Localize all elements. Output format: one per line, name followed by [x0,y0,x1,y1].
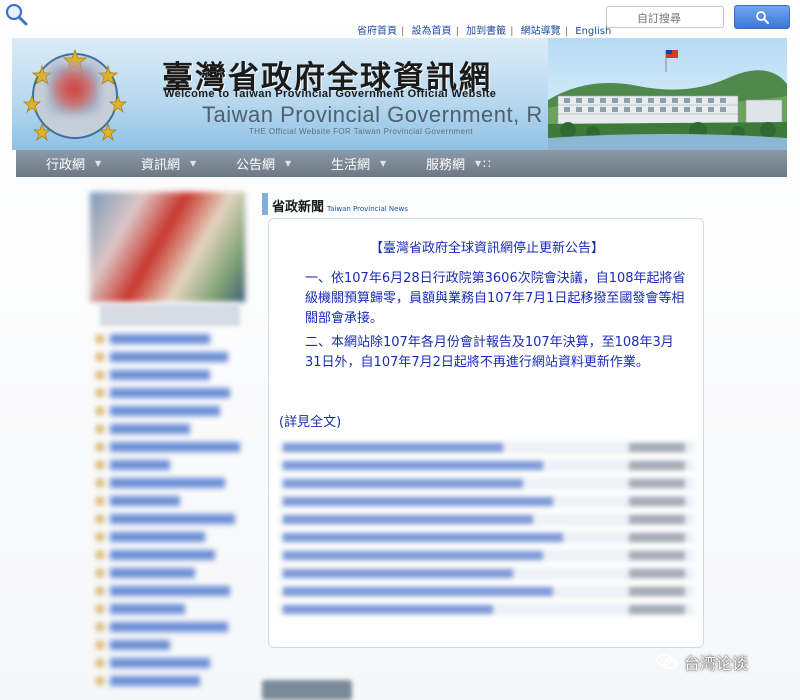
news-list-blurred [279,441,695,636]
section-subtitle: Taiwan Provincial News [327,205,408,213]
news-row[interactable] [279,477,695,490]
notice-paragraph-1: 一、依107年6月28日行政院第3606次院會決議，自108年起將省級機關預算歸… [305,271,686,326]
caret-down-icon: ▼ [285,159,292,168]
top-link-sitemap[interactable]: 網站導覽 [521,26,561,37]
search-input[interactable] [607,8,723,29]
nav-label: 資訊網 [141,158,181,173]
caret-down-icon: ▼ [475,159,482,168]
section-title: 省政新聞 Taiwan Provincial News [272,196,408,215]
section-title-text: 省政新聞 [272,200,325,215]
sidebar-link[interactable] [96,532,236,542]
search-icon [756,11,769,24]
top-link-bookmark[interactable]: 加到書籤 [466,26,506,37]
notice-heading[interactable]: 【臺灣省政府全球資訊網停止更新公告】 [269,237,705,256]
news-row[interactable] [279,585,695,598]
sidebar-link[interactable] [96,442,246,452]
news-row[interactable] [279,459,695,472]
caret-down-icon: ▼ [380,159,387,168]
banner-tagline: THE Official Website FOR Taiwan Provinci… [249,127,473,136]
top-links: 省府首頁 | 設為首頁 | 加到書籤 | 網站導覽 | English [357,26,612,37]
nav-item-service[interactable]: 服務網 ▼ [396,154,491,173]
sidebar-link[interactable] [96,604,236,614]
main-nav: 行政網 ▼ 資訊網 ▼ 公告網 ▼ 生活網 ▼ 服務網 ▼ ∷ [16,150,787,177]
sidebar-banner-image[interactable] [90,192,245,302]
nav-item-announce[interactable]: 公告網 ▼ [206,154,301,173]
news-row[interactable] [279,513,695,526]
caret-down-icon: ▼ [190,159,197,168]
search-magnifier-icon [5,3,28,26]
nav-item-info[interactable]: 資訊網 ▼ [111,154,206,173]
sidebar-link[interactable] [96,370,236,380]
emblem-center-blurred [48,64,100,114]
nav-label: 生活網 [331,158,371,173]
more-grid-icon[interactable]: ∷ [483,157,492,171]
government-building-photo [548,38,787,150]
sidebar-link[interactable] [96,334,216,344]
sidebar-link[interactable] [96,550,236,560]
left-sidebar-blurred [90,192,250,700]
banner-welcome-text: Welcome to Taiwan Provincial Government … [164,88,497,100]
top-link-english[interactable]: English [575,26,611,37]
search-button[interactable] [734,5,790,29]
news-row[interactable] [279,549,695,562]
notice-paragraph-2: 二、本網站除107年各月份會計報告及107年決算，至108年3月31日外，自10… [305,335,674,370]
read-more-link[interactable]: (詳見全文) [279,411,341,430]
wechat-icon [656,653,678,670]
sidebar-link[interactable] [96,658,236,668]
news-row[interactable] [279,603,695,616]
sidebar-heading [100,304,240,326]
sidebar-link[interactable] [96,496,236,506]
news-row[interactable] [279,495,695,508]
search-box [606,6,724,29]
watermark: 台湾论谈 [656,650,748,674]
sidebar-link[interactable] [96,352,236,362]
sidebar-link[interactable] [96,676,236,686]
news-row[interactable] [279,567,695,580]
bottom-section-tab-blurred [262,680,352,700]
sidebar-link[interactable] [96,514,236,524]
section-marker [262,193,268,215]
sidebar-link[interactable] [96,388,236,398]
site-banner: 臺灣省政府全球資訊網 Welcome to Taiwan Provincial … [12,38,787,150]
sidebar-link[interactable] [96,406,236,416]
nav-label: 服務網 [426,158,466,173]
top-link-set-homepage[interactable]: 設為首頁 [412,26,452,37]
nav-label: 公告網 [236,158,276,173]
sidebar-link[interactable] [96,586,236,596]
nav-item-life[interactable]: 生活網 ▼ [301,154,396,173]
sidebar-link[interactable] [96,460,236,470]
sidebar-link[interactable] [96,622,236,632]
top-link-home[interactable]: 省府首頁 [357,26,397,37]
nav-label: 行政網 [46,158,86,173]
caret-down-icon: ▼ [95,159,102,168]
news-panel: 【臺灣省政府全球資訊網停止更新公告】 一、依107年6月28日行政院第3606次… [268,218,704,648]
sidebar-link[interactable] [96,568,236,578]
news-row[interactable] [279,441,695,454]
sidebar-link[interactable] [96,478,236,488]
page: 省府首頁 | 設為首頁 | 加到書籤 | 網站導覽 | English 自訂搜尋… [0,0,800,700]
news-row[interactable] [279,531,695,544]
watermark-text: 台湾论谈 [684,654,749,673]
nav-item-admin[interactable]: 行政網 ▼ [16,154,111,173]
sidebar-link[interactable] [96,424,236,434]
sidebar-link[interactable] [96,640,236,650]
